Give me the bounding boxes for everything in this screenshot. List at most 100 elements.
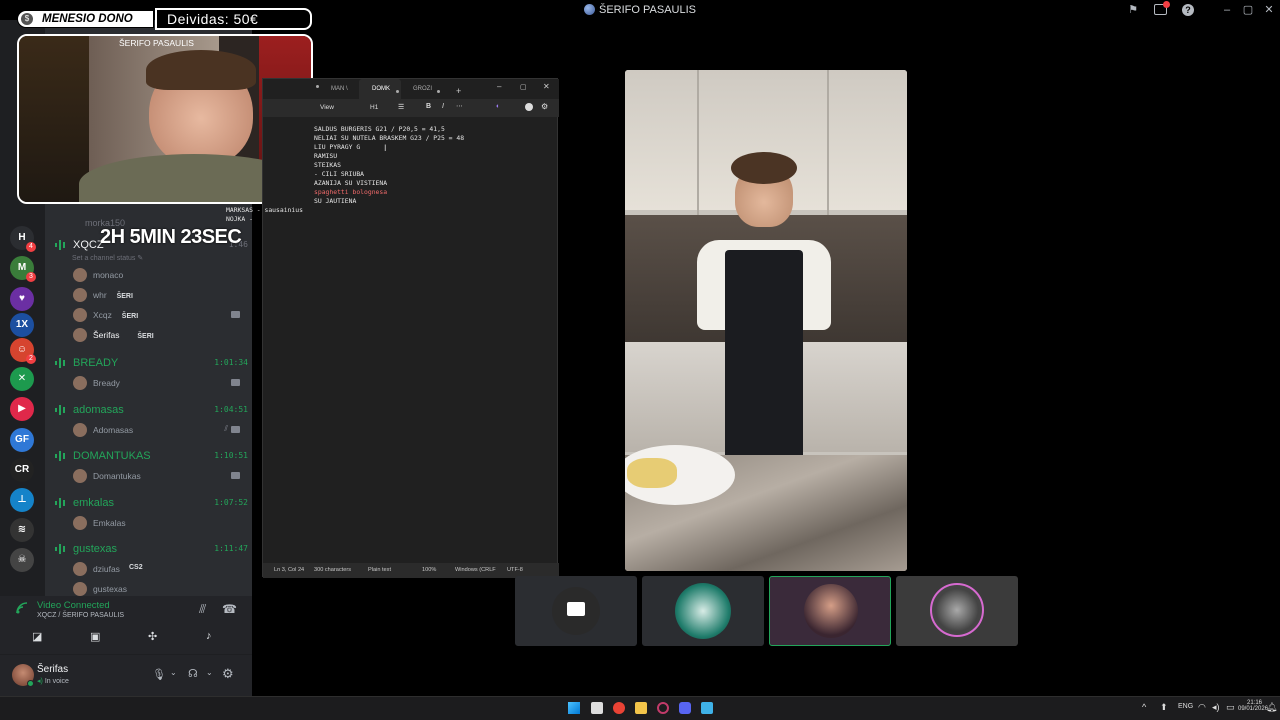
np-minimize-icon[interactable]: – [497, 82, 501, 91]
zoom-level[interactable]: 100% [422, 567, 436, 573]
soundboard-icon[interactable]: ♪ [206, 630, 212, 642]
voice-user[interactable]: Adomasas ⫽ [73, 421, 248, 439]
settings-gear-icon[interactable]: ⚙ [222, 666, 234, 682]
bold-icon[interactable]: B [426, 103, 431, 110]
volume-icon[interactable]: ◂) [1212, 702, 1220, 713]
voice-user[interactable]: Emkalas [73, 514, 248, 532]
voice-channel-name: BREADY [73, 357, 119, 369]
server-icon[interactable]: ♥ [10, 287, 34, 311]
server-icon[interactable]: ⊥ [10, 488, 34, 512]
tray-app-icon[interactable]: ⬆ [1160, 702, 1168, 713]
voice-channel-bready[interactable]: BREADY 1:01:34 [53, 354, 248, 374]
focused-video-stream[interactable] [625, 70, 907, 571]
voice-user[interactable]: Domantukas [73, 467, 248, 485]
tab-man[interactable]: MAN \ [331, 86, 348, 92]
tab-grozi[interactable]: GROZI [413, 86, 432, 92]
start-button[interactable] [568, 702, 580, 714]
voice-channel-time: 1:11:47 [214, 544, 248, 553]
voice-user[interactable]: monaco [73, 266, 248, 284]
audio-options-chevron-icon[interactable]: ⌄ [206, 668, 213, 677]
new-tab-icon[interactable]: + [456, 86, 461, 96]
italic-icon[interactable]: I [442, 103, 444, 110]
headphones-icon[interactable]: ☊ [188, 667, 198, 680]
battery-icon[interactable]: ▭ [1226, 702, 1235, 713]
notepad-settings-icon[interactable]: ⚙ [541, 102, 548, 111]
voice-user[interactable]: dziufas CS2 [73, 560, 248, 578]
notepad-icon[interactable] [701, 702, 713, 714]
camera-icon [231, 311, 240, 318]
encoding[interactable]: UTF-8 [507, 567, 523, 573]
account-icon[interactable] [525, 103, 533, 111]
participant-tile-3[interactable] [769, 576, 891, 646]
opera-icon[interactable] [657, 702, 669, 714]
task-view-icon[interactable] [591, 702, 603, 714]
wifi-icon[interactable]: ◠ [1198, 702, 1206, 713]
help-icon[interactable]: ? [1182, 4, 1194, 16]
server-icon[interactable]: ✕ [10, 367, 34, 391]
voice-channel-gustexas[interactable]: gustexas 1:11:47 [53, 540, 248, 560]
voice-user[interactable]: Šerifas ŠERI [73, 326, 248, 344]
server-icon[interactable]: ☠ [10, 548, 34, 572]
np-maximize-icon[interactable]: ▢ [520, 83, 527, 91]
voice-channel-icon [55, 451, 65, 461]
mic-options-chevron-icon[interactable]: ⌄ [170, 668, 177, 677]
server-icon[interactable]: ≋ [10, 518, 34, 542]
minimize-icon[interactable]: – [1220, 3, 1234, 17]
server-icon[interactable]: ▶ [10, 397, 34, 421]
maximize-icon[interactable]: ▢ [1241, 3, 1255, 17]
screen-share-icon[interactable]: ▣ [90, 630, 100, 643]
notepad-line: AZANIJA SU VISTIENA [314, 179, 388, 187]
chrome-icon[interactable] [613, 702, 625, 714]
tab-domk[interactable]: DOMK [372, 86, 390, 92]
language-indicator[interactable]: ENG [1178, 703, 1193, 710]
voice-user[interactable]: Bready [73, 374, 248, 392]
discord-icon[interactable] [679, 702, 691, 714]
participant-tile-1[interactable] [515, 576, 637, 646]
disconnect-icon[interactable]: ☎ [222, 602, 237, 616]
voice-user[interactable]: whr ŠERI [73, 286, 248, 304]
notepad-line: SALDUS BURGERIS G21 / P20,5 = 41,5 [314, 125, 445, 133]
microphone-icon[interactable]: 🎙︎ [152, 668, 166, 681]
line-endings[interactable]: Windows (CRLF [455, 567, 496, 573]
server-icon[interactable]: GF [10, 428, 34, 452]
donor-box: $ MENESIO DONO [17, 10, 154, 28]
notification-bell-icon[interactable]: 🔔︎ [1266, 702, 1277, 713]
clock[interactable]: 21:16 09/01/2026 [1238, 700, 1269, 712]
more-icon[interactable]: ⋯ [456, 102, 463, 110]
camera-off-icon[interactable]: ◪ [32, 630, 42, 643]
voice-user[interactable]: Xcqz ŠERI [73, 306, 248, 324]
char-count: 300 characters [314, 567, 352, 573]
user-name[interactable]: Šerifas [37, 664, 68, 675]
clock-date: 09/01/2026 [1238, 706, 1269, 712]
heading-dropdown[interactable]: H1 [370, 104, 378, 111]
voice-channel-adomasas[interactable]: adomasas 1:04:51 [53, 401, 248, 421]
voice-channel-domantukas[interactable]: DOMANTUKAS 1:10:51 [53, 447, 248, 467]
file-explorer-icon[interactable] [635, 702, 647, 714]
notepad-line: STEIKAS [314, 161, 341, 169]
copilot-icon[interactable]: ◐ [496, 103, 500, 110]
noise-suppression-icon[interactable]: ⫻ [199, 602, 206, 617]
voice-channel-name: DOMANTUKAS [73, 450, 151, 462]
channel-status-hint[interactable]: Set a channel status ✎ [72, 254, 143, 262]
voice-location[interactable]: XQCZ / ŠERIFO PASAULIS [37, 612, 124, 619]
voice-channel-time: 1:04:51 [214, 404, 248, 414]
inbox-flag-icon[interactable]: ⚑ [1126, 3, 1140, 17]
server-icon[interactable]: 1X [10, 313, 34, 337]
tray-chevron-icon[interactable]: ^ [1142, 702, 1146, 712]
np-close-icon[interactable]: ✕ [543, 82, 550, 91]
user-avatar [73, 308, 87, 322]
voice-channel-emkalas[interactable]: emkalas 1:07:52 [53, 494, 248, 514]
voice-status: Video Connected [37, 600, 110, 611]
list-icon[interactable]: ☰ [398, 103, 404, 111]
close-icon[interactable]: ✕ [1262, 3, 1276, 17]
server-icon[interactable]: CR [10, 458, 34, 482]
server-badge: 4 [26, 242, 36, 252]
user-avatar [73, 268, 87, 282]
view-menu[interactable]: View [320, 104, 334, 111]
user-name: Bready [93, 378, 120, 388]
participant-tile-4[interactable] [896, 576, 1018, 646]
notepad-text-area[interactable]: SALDUS BURGERIS G21 / P20,5 = 41,5 NELIAI… [226, 125, 556, 224]
participant-tile-2[interactable] [642, 576, 764, 646]
activities-icon[interactable]: ✣ [148, 630, 157, 643]
inbox-icon[interactable] [1154, 1, 1170, 15]
